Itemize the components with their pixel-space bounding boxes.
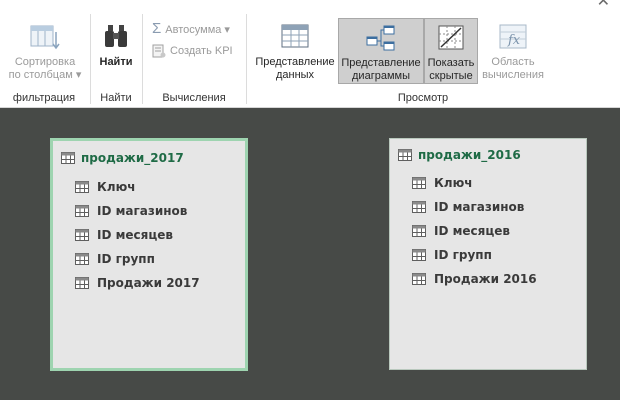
find-button-label: Найти	[99, 56, 133, 68]
column-row[interactable]: Продажи 2017	[53, 271, 245, 295]
data-view-button[interactable]: Представление данных	[252, 18, 338, 84]
show-hidden-label-line2: скрытые	[429, 70, 473, 82]
group-label-find: Найти	[100, 92, 132, 104]
find-button[interactable]: Найти	[94, 18, 138, 84]
diagram-view-label-line2: диаграммы	[352, 70, 410, 82]
column-name: ID групп	[97, 252, 155, 266]
group-separator	[90, 14, 91, 104]
autosum-label: Автосумма ▾	[165, 23, 230, 36]
svg-text:fx: fx	[507, 33, 521, 48]
column-row[interactable]: ID групп	[390, 243, 586, 267]
kpi-icon	[152, 44, 166, 58]
column-icon	[412, 273, 426, 285]
column-name: ID месяцев	[97, 228, 173, 242]
column-name: ID магазинов	[434, 200, 525, 214]
table-header[interactable]: продажи_2016	[390, 139, 586, 171]
table-title: продажи_2016	[418, 148, 521, 162]
autosum-button[interactable]: Σ Автосумма ▾	[152, 20, 230, 38]
table-title: продажи_2017	[81, 151, 184, 165]
column-icon	[75, 277, 89, 289]
group-label-view: Просмотр	[397, 92, 449, 104]
sort-label-line2: по столбцам ▾	[8, 69, 82, 81]
column-name: ID групп	[434, 248, 492, 262]
group-find: Найти Найти	[92, 0, 140, 108]
column-icon	[75, 229, 89, 241]
show-hidden-icon	[438, 25, 464, 50]
column-name: Продажи 2016	[434, 272, 537, 286]
data-view-label-line1: Представление	[255, 56, 335, 68]
group-label-calculations: Вычисления	[162, 92, 226, 104]
table-card[interactable]: продажи_2016 Ключ ID магазинов ID месяце…	[389, 138, 587, 370]
ribbon: ✕ Сортировка по столбцам ▾ фильтрация На…	[0, 0, 620, 108]
group-separator	[142, 14, 143, 104]
column-icon	[75, 181, 89, 193]
column-name: Ключ	[97, 180, 136, 194]
data-view-label-line2: данных	[275, 69, 315, 81]
diagram-view-icon	[366, 25, 395, 51]
column-icon	[412, 201, 426, 213]
sort-by-columns-button[interactable]: Сортировка по столбцам ▾	[6, 18, 84, 84]
diagram-view-button[interactable]: Представление диаграммы	[338, 18, 424, 84]
column-row[interactable]: ID месяцев	[390, 219, 586, 243]
column-name: Продажи 2017	[97, 276, 200, 290]
data-view-icon	[281, 24, 309, 48]
table-header[interactable]: продажи_2017	[53, 141, 245, 175]
group-label-filter: фильтрация	[12, 92, 76, 104]
fx-icon: fx	[499, 24, 527, 49]
calc-area-label-line2: вычисления	[482, 69, 544, 81]
table-card[interactable]: продажи_2017 Ключ ID магазинов ID месяце…	[50, 138, 248, 371]
table-icon	[398, 149, 412, 161]
calc-area-label-line1: Область	[491, 56, 535, 68]
close-icon[interactable]: ✕	[597, 0, 610, 10]
column-name: Ключ	[434, 176, 473, 190]
group-separator	[246, 14, 247, 104]
column-icon	[75, 253, 89, 265]
group-filter: Сортировка по столбцам ▾ фильтрация	[0, 0, 88, 108]
show-hidden-button[interactable]: Показать скрытые	[424, 18, 478, 84]
column-row[interactable]: Продажи 2016	[390, 267, 586, 291]
create-kpi-button[interactable]: Создать KPI	[152, 42, 233, 60]
column-row[interactable]: Ключ	[390, 171, 586, 195]
sort-label-line1: Сортировка	[14, 56, 76, 68]
show-hidden-label-line1: Показать	[427, 57, 475, 69]
column-row[interactable]: ID групп	[53, 247, 245, 271]
create-kpi-label: Создать KPI	[170, 45, 233, 57]
column-row[interactable]: ID магазинов	[390, 195, 586, 219]
column-row[interactable]: ID магазинов	[53, 199, 245, 223]
sigma-icon: Σ	[152, 20, 162, 37]
column-icon	[412, 177, 426, 189]
column-row[interactable]: Ключ	[53, 175, 245, 199]
calculation-area-button[interactable]: fx Область вычисления	[478, 18, 548, 84]
column-icon	[75, 205, 89, 217]
binoculars-icon	[105, 25, 127, 47]
diagram-view-label-line1: Представление	[341, 57, 421, 69]
column-name: ID магазинов	[97, 204, 188, 218]
column-icon	[412, 225, 426, 237]
sort-columns-icon	[30, 25, 60, 50]
diagram-canvas[interactable]: продажи_2017 Ключ ID магазинов ID месяце…	[0, 109, 620, 400]
column-name: ID месяцев	[434, 224, 510, 238]
column-row[interactable]: ID месяцев	[53, 223, 245, 247]
column-icon	[412, 249, 426, 261]
table-icon	[61, 152, 75, 164]
